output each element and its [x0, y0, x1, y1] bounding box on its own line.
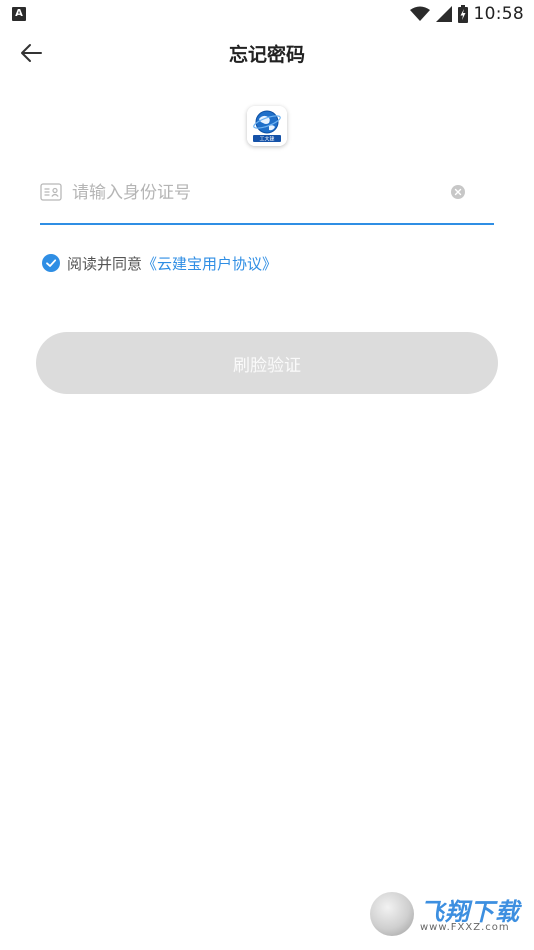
app-logo: 工大建 [247, 106, 287, 146]
globe-logo-icon: 工大建 [247, 106, 287, 146]
agreement-checkbox[interactable] [42, 254, 60, 272]
notification-icon: A [12, 7, 26, 21]
status-bar: A 10:58 [0, 0, 534, 28]
logo-caption: 工大建 [259, 136, 274, 143]
id-card-icon [40, 183, 62, 201]
id-number-field [40, 170, 494, 225]
clock: 10:58 [473, 4, 524, 24]
clear-icon[interactable] [451, 185, 465, 199]
cellular-signal-icon [435, 6, 452, 22]
agreement-row: 阅读并同意 《云建宝用户协议》 [42, 253, 277, 273]
watermark-logo-icon [370, 892, 414, 936]
page-title: 忘记密码 [228, 44, 305, 66]
id-number-input[interactable] [72, 176, 452, 210]
face-verify-button[interactable]: 刷脸验证 [36, 332, 498, 394]
watermark: 飞翔下载 www.FXXZ.com [368, 890, 526, 938]
watermark-url: www.FXXZ.com [420, 922, 510, 933]
header: 忘记密码 [0, 28, 534, 78]
status-icons: 10:58 [409, 3, 525, 25]
agreement-text: 阅读并同意 [67, 254, 143, 273]
user-agreement-link[interactable]: 《云建宝用户协议》 [142, 253, 277, 274]
battery-charging-icon [457, 5, 468, 23]
wifi-icon [409, 6, 430, 21]
